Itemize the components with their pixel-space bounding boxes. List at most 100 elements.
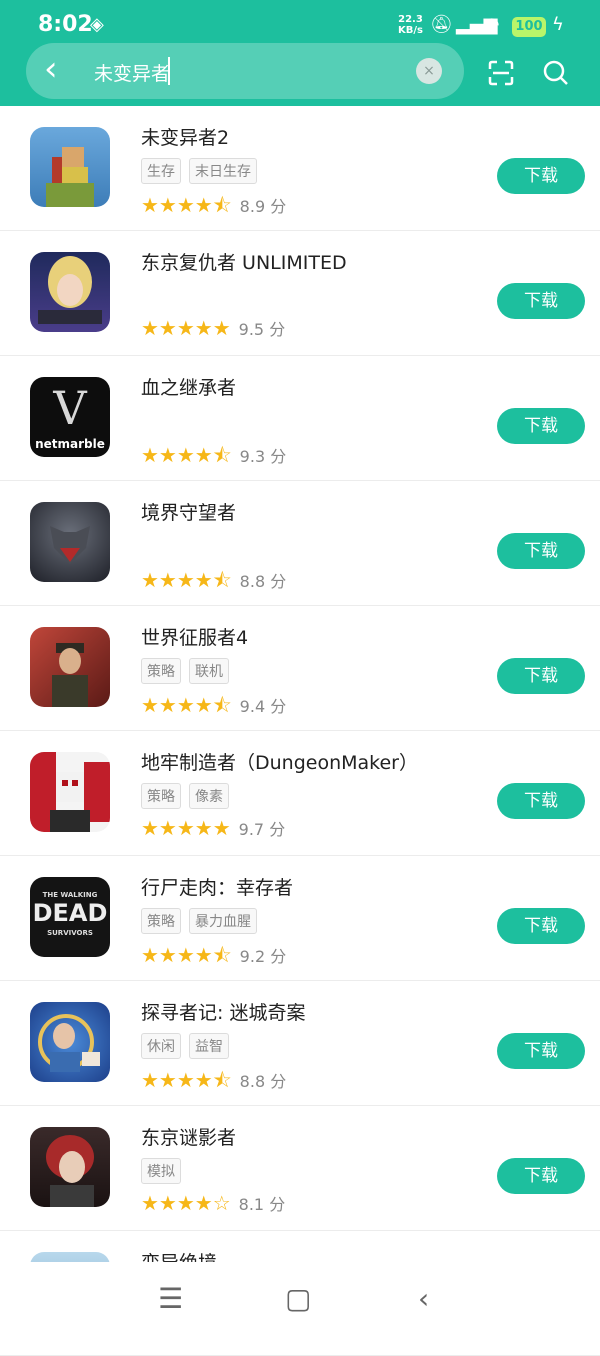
tag[interactable]: 休闲 [141, 1033, 181, 1059]
tag-group: 休闲 益智 [141, 1033, 237, 1059]
score: 9.3 分 [239, 447, 287, 466]
star-rating-icon: ★★★★⯪ [141, 943, 232, 967]
score: 8.8 分 [239, 572, 287, 591]
download-button[interactable]: 下载 [497, 783, 585, 819]
search-input[interactable]: 未变异者 [94, 59, 170, 86]
score: 8.8 分 [239, 1072, 287, 1091]
tag-group: 策略 像素 [141, 783, 237, 809]
app-row[interactable]: V netmarble 血之继承者 ★★★★⯪ 9.3 分 下载 [0, 356, 600, 481]
tag[interactable]: 模拟 [141, 1158, 181, 1184]
charging-icon: ϟ [552, 14, 564, 35]
text-cursor [168, 57, 170, 85]
app-icon[interactable] [30, 1127, 110, 1207]
score: 9.5 分 [238, 320, 286, 339]
rating: ★★★★⯪ 8.8 分 [141, 566, 286, 600]
clear-search-button[interactable]: × [416, 58, 442, 84]
notification-icon: ◈ [90, 14, 104, 35]
rating: ★★★★⯪ 9.4 分 [141, 691, 286, 725]
score: 8.1 分 [238, 1195, 286, 1214]
tag[interactable]: 暴力血腥 [189, 908, 257, 934]
star-rating-icon: ★★★★⯪ [141, 193, 232, 217]
download-button[interactable]: 下载 [497, 408, 585, 444]
star-rating-icon: ★★★★☆ [141, 1191, 231, 1215]
download-button[interactable]: 下载 [497, 1033, 585, 1069]
tag[interactable]: 像素 [189, 783, 229, 809]
download-button[interactable]: 下载 [497, 533, 585, 569]
app-row[interactable]: 世界征服者4 策略 联机 ★★★★⯪ 9.4 分 下载 [0, 606, 600, 731]
app-icon[interactable] [30, 502, 110, 582]
net-speed: 22.3 KB/s [398, 14, 423, 36]
star-rating-icon: ★★★★⯪ [141, 443, 232, 467]
tag[interactable]: 联机 [189, 658, 229, 684]
rating: ★★★★★ 9.5 分 [141, 316, 285, 340]
app-icon[interactable] [30, 752, 110, 832]
app-name[interactable]: 行尸走肉：幸存者 [141, 873, 293, 900]
tag-group: 模拟 [141, 1158, 189, 1184]
wifi-icon: ◠ [484, 14, 500, 35]
star-rating-icon: ★★★★★ [141, 316, 231, 340]
app-name[interactable]: 探寻者记: 迷城奇案 [141, 998, 305, 1025]
app-row[interactable]: THE WALKING DEAD SURVIVORS 行尸走肉：幸存者 策略 暴力… [0, 856, 600, 981]
battery-badge: 100 [512, 17, 546, 37]
score: 9.4 分 [239, 697, 287, 716]
app-icon[interactable]: THE WALKING DEAD SURVIVORS [30, 877, 110, 957]
tag[interactable]: 策略 [141, 908, 181, 934]
rating: ★★★★★ 9.7 分 [141, 816, 285, 840]
app-row[interactable]: 地牢制造者（DungeonMaker） 策略 像素 ★★★★★ 9.7 分 下载 [0, 731, 600, 856]
system-nav-bar: ☰ ▢ ‹ [0, 1262, 600, 1333]
app-icon[interactable] [30, 1002, 110, 1082]
tag[interactable]: 策略 [141, 658, 181, 684]
app-name[interactable]: 世界征服者4 [141, 623, 248, 650]
tag-group: 策略 联机 [141, 658, 237, 684]
score: 9.2 分 [239, 947, 287, 966]
app-row[interactable]: 东京谜影者 模拟 ★★★★☆ 8.1 分 下载 [0, 1106, 600, 1231]
star-rating-icon: ★★★★★ [141, 816, 231, 840]
back-nav-icon[interactable]: ‹ [418, 1282, 429, 1315]
download-button[interactable]: 下载 [497, 158, 585, 194]
scan-icon[interactable] [488, 60, 514, 86]
star-rating-icon: ★★★★⯪ [141, 1068, 232, 1092]
score: 9.7 分 [238, 820, 286, 839]
app-row[interactable]: 未变异者2 生存 末日生存 ★★★★⯪ 8.9 分 下载 [0, 106, 600, 231]
clock: 8:02 [38, 12, 93, 37]
tag[interactable]: 策略 [141, 783, 181, 809]
rating: ★★★★⯪ 8.8 分 [141, 1066, 286, 1100]
score: 8.9 分 [239, 197, 287, 216]
status-bar: 8:02 ◈ 22.3 KB/s 🔕︎ ▂▄▆ ◠ 100 ϟ [0, 0, 600, 48]
download-button[interactable]: 下载 [497, 283, 585, 319]
app-icon[interactable] [30, 127, 110, 207]
app-icon[interactable]: V netmarble [30, 377, 110, 457]
app-name[interactable]: 地牢制造者（DungeonMaker） [141, 748, 418, 775]
app-name[interactable]: 东京谜影者 [141, 1123, 236, 1150]
app-name[interactable]: 东京复仇者 UNLIMITED [141, 248, 347, 275]
rating: ★★★★⯪ 9.3 分 [141, 441, 286, 475]
search-results-list: 未变异者2 生存 末日生存 ★★★★⯪ 8.9 分 下载 东京复仇者 UNLIMIT… [0, 106, 600, 1356]
app-row[interactable]: 探寻者记: 迷城奇案 休闲 益智 ★★★★⯪ 8.8 分 下载 [0, 981, 600, 1106]
app-row[interactable]: 东京复仇者 UNLIMITED ★★★★★ 9.5 分 下载 [0, 231, 600, 356]
download-button[interactable]: 下载 [497, 658, 585, 694]
back-icon[interactable]: ‹ [44, 51, 58, 87]
app-name[interactable]: 未变异者2 [141, 123, 229, 150]
rating: ★★★★⯪ 9.2 分 [141, 941, 286, 975]
home-icon[interactable]: ▢ [285, 1282, 311, 1315]
app-row[interactable]: 境界守望者 ★★★★⯪ 8.8 分 下载 [0, 481, 600, 606]
app-icon[interactable] [30, 252, 110, 332]
menu-icon[interactable]: ☰ [158, 1282, 183, 1315]
app-name[interactable]: 血之继承者 [141, 373, 236, 400]
star-rating-icon: ★★★★⯪ [141, 693, 232, 717]
download-button[interactable]: 下载 [497, 1158, 585, 1194]
tag[interactable]: 生存 [141, 158, 181, 184]
search-bar[interactable]: ‹ 未变异者 × [26, 43, 464, 99]
mute-icon: 🔕︎ [430, 14, 453, 35]
tag[interactable]: 益智 [189, 1033, 229, 1059]
search-icon[interactable] [543, 60, 569, 86]
rating: ★★★★☆ 8.1 分 [141, 1191, 285, 1215]
tag-group: 策略 暴力血腥 [141, 908, 265, 934]
star-rating-icon: ★★★★⯪ [141, 568, 232, 592]
tag[interactable]: 末日生存 [189, 158, 257, 184]
tag-group: 生存 末日生存 [141, 158, 265, 184]
app-icon[interactable] [30, 627, 110, 707]
download-button[interactable]: 下载 [497, 908, 585, 944]
app-name[interactable]: 境界守望者 [141, 498, 236, 525]
top-header: 8:02 ◈ 22.3 KB/s 🔕︎ ▂▄▆ ◠ 100 ϟ ‹ 未变异者 × [0, 0, 600, 106]
